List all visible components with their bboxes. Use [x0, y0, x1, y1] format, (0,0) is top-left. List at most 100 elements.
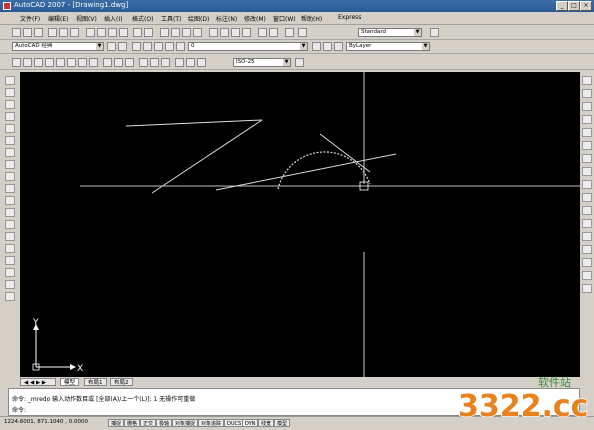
make-block-icon[interactable]: [5, 220, 15, 229]
revision-cloud-icon[interactable]: [5, 160, 15, 169]
calculator-icon[interactable]: [269, 28, 278, 37]
dim-edit-icon[interactable]: [175, 58, 184, 67]
dim-style-select[interactable]: ISO-25 ▼: [233, 58, 291, 67]
break-at-point-icon[interactable]: [582, 219, 592, 228]
explode-icon[interactable]: [582, 284, 592, 293]
command-prompt[interactable]: 命令:: [12, 405, 26, 414]
layer-manager-icon[interactable]: [118, 42, 127, 51]
drawing-canvas[interactable]: Y X: [20, 72, 580, 377]
redo-icon[interactable]: [144, 28, 153, 37]
menu-dimension[interactable]: 标注(N): [216, 14, 237, 23]
dyn-toggle[interactable]: DYN: [242, 419, 259, 427]
ordinate-dim-icon[interactable]: [45, 58, 54, 67]
line-icon[interactable]: [5, 76, 15, 85]
match-properties-icon[interactable]: [119, 28, 128, 37]
baseline-dim-icon[interactable]: [114, 58, 123, 67]
construction-line-icon[interactable]: [5, 88, 15, 97]
zoom-realtime-icon[interactable]: [171, 28, 180, 37]
workspace-settings-icon[interactable]: [107, 42, 116, 51]
menu-file[interactable]: 文件(F): [20, 14, 40, 23]
center-mark-icon[interactable]: [161, 58, 170, 67]
table-icon[interactable]: [5, 280, 15, 289]
array-icon[interactable]: [582, 128, 592, 137]
menu-format[interactable]: 格式(O): [132, 14, 153, 23]
multiline-text-icon[interactable]: [5, 292, 15, 301]
grid-toggle[interactable]: 栅格: [124, 419, 141, 427]
rectangle-icon[interactable]: [5, 124, 15, 133]
aligned-dim-icon[interactable]: [23, 58, 32, 67]
layer-color-icon[interactable]: [165, 42, 174, 51]
help-icon[interactable]: [285, 28, 294, 37]
lineweight-toggle[interactable]: 线宽: [258, 419, 275, 427]
menu-edit[interactable]: 编辑(E): [48, 14, 68, 23]
erase-icon[interactable]: [582, 76, 592, 85]
cut-icon[interactable]: [86, 28, 95, 37]
stretch-icon[interactable]: [582, 180, 592, 189]
trim-icon[interactable]: [582, 193, 592, 202]
x-line-1[interactable]: [319, 133, 371, 173]
z-bottom-line[interactable]: [215, 153, 397, 191]
menu-express[interactable]: Express: [338, 14, 361, 21]
polygon-icon[interactable]: [5, 112, 15, 121]
quick-leader-icon[interactable]: [139, 58, 148, 67]
save-icon[interactable]: [34, 28, 43, 37]
pan-icon[interactable]: [160, 28, 169, 37]
layer-freeze-icon[interactable]: [143, 42, 152, 51]
rotate-icon[interactable]: [582, 154, 592, 163]
copy-icon[interactable]: [97, 28, 106, 37]
selected-arc[interactable]: [277, 151, 371, 190]
close-button[interactable]: ×: [580, 1, 592, 11]
z-diagonal-line[interactable]: [151, 119, 263, 194]
open-icon[interactable]: [23, 28, 32, 37]
scale-icon[interactable]: [582, 167, 592, 176]
menu-window[interactable]: 窗口(W): [273, 14, 296, 23]
zoom-window-icon[interactable]: [182, 28, 191, 37]
extend-icon[interactable]: [582, 206, 592, 215]
circle-icon[interactable]: [5, 148, 15, 157]
new-icon[interactable]: [12, 28, 21, 37]
undo-icon[interactable]: [133, 28, 142, 37]
osnap-toggle[interactable]: 对象捕捉: [172, 419, 199, 427]
coordinate-readout[interactable]: 1224.6001, 871.1040 , 0.0000: [4, 419, 88, 425]
region-icon[interactable]: [5, 268, 15, 277]
tab-model[interactable]: 模型: [60, 378, 80, 386]
polar-toggle[interactable]: 极轴: [156, 419, 173, 427]
menu-view[interactable]: 视图(V): [76, 14, 97, 23]
color-select[interactable]: ByLayer ▼: [346, 42, 430, 51]
arc-length-icon[interactable]: [34, 58, 43, 67]
insert-block-icon[interactable]: [5, 208, 15, 217]
z-top-line[interactable]: [125, 119, 263, 127]
mirror-icon[interactable]: [582, 102, 592, 111]
diameter-dim-icon[interactable]: [78, 58, 87, 67]
layer-on-icon[interactable]: [132, 42, 141, 51]
radius-dim-icon[interactable]: [56, 58, 65, 67]
layer-previous-icon[interactable]: [323, 42, 332, 51]
color-swatch-icon[interactable]: [334, 42, 343, 51]
model-toggle[interactable]: 模型: [274, 419, 291, 427]
menu-insert[interactable]: 插入(I): [104, 14, 122, 23]
layer-select[interactable]: 0 ▼: [188, 42, 308, 51]
move-icon[interactable]: [582, 141, 592, 150]
sheet-set-icon[interactable]: [242, 28, 251, 37]
ellipse-icon[interactable]: [5, 184, 15, 193]
hatch-icon[interactable]: [5, 244, 15, 253]
jogged-dim-icon[interactable]: [67, 58, 76, 67]
break-icon[interactable]: [582, 232, 592, 241]
tolerance-icon[interactable]: [150, 58, 159, 67]
ellipse-arc-icon[interactable]: [5, 196, 15, 205]
spline-icon[interactable]: [5, 172, 15, 181]
copy-object-icon[interactable]: [582, 89, 592, 98]
design-center-icon[interactable]: [220, 28, 229, 37]
tool-palettes-icon[interactable]: [231, 28, 240, 37]
fillet-icon[interactable]: [582, 271, 592, 280]
menu-modify[interactable]: 修改(M): [244, 14, 266, 23]
gradient-icon[interactable]: [5, 256, 15, 265]
otrack-toggle[interactable]: 对象追踪: [198, 419, 225, 427]
menu-help[interactable]: 帮助(H): [301, 14, 322, 23]
menu-draw[interactable]: 绘图(D): [188, 14, 209, 23]
text-style-select[interactable]: Standard ▼: [358, 28, 422, 37]
dim-text-edit-icon[interactable]: [186, 58, 195, 67]
quick-dim-icon[interactable]: [103, 58, 112, 67]
dim-update-icon[interactable]: [197, 58, 206, 67]
properties-icon[interactable]: [209, 28, 218, 37]
